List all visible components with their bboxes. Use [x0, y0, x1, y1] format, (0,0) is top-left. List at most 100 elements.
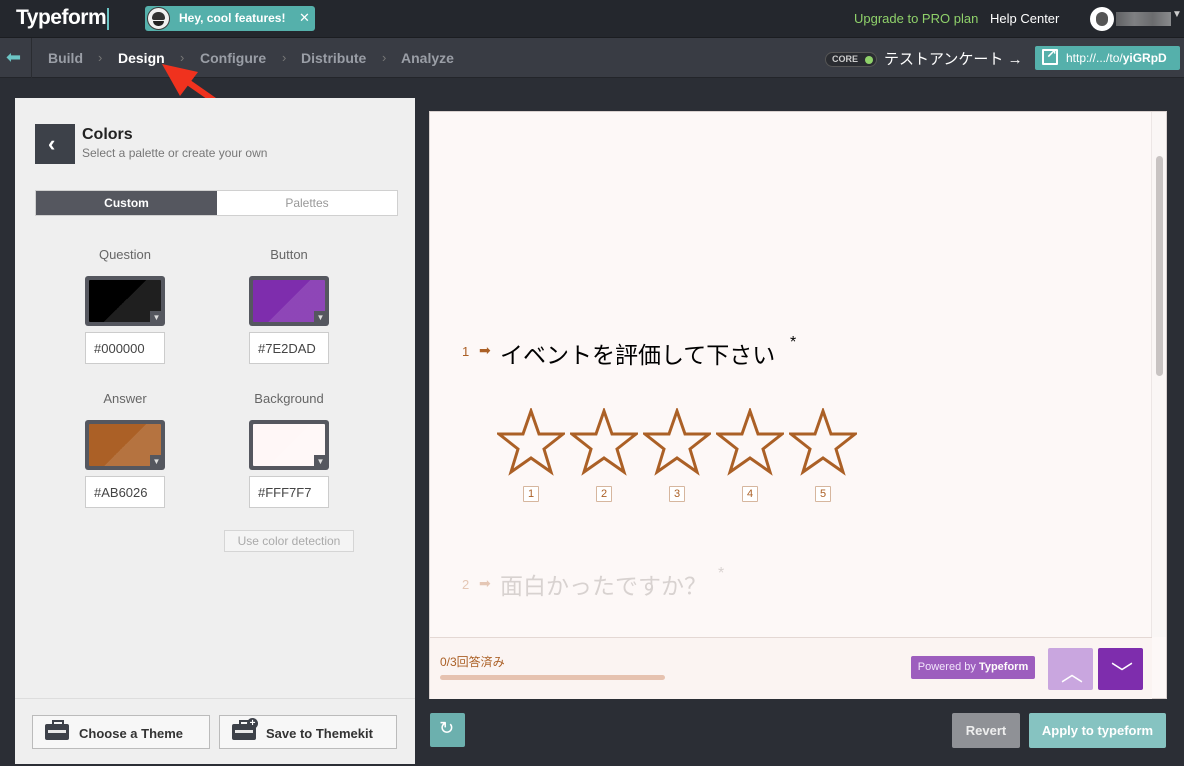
- background-color-label: Background: [254, 391, 324, 406]
- powered-prefix: Powered by: [917, 661, 979, 673]
- apply-to-typeform-button[interactable]: Apply to typeform: [1029, 713, 1166, 748]
- question-number: 2: [462, 577, 470, 592]
- rating-option-key: 5: [815, 486, 831, 502]
- status-dot-icon: [865, 56, 873, 64]
- question-color-swatch[interactable]: ▼: [85, 276, 165, 326]
- star-outline-icon[interactable]: [570, 408, 638, 476]
- save-themekit-button[interactable]: + Save to Themekit: [219, 715, 397, 749]
- panel-subtitle: Select a palette or create your own: [82, 146, 268, 160]
- plus-icon: +: [247, 718, 258, 729]
- user-name-blurred[interactable]: [1116, 12, 1171, 26]
- chevron-down-icon: ▼: [150, 311, 163, 324]
- chevron-up-icon: ︿: [1061, 661, 1084, 686]
- background-color-swatch[interactable]: ▼: [249, 420, 329, 470]
- question-color-input[interactable]: [85, 332, 165, 364]
- button-color-input[interactable]: [249, 332, 329, 364]
- external-link-icon: [1042, 46, 1058, 65]
- tab-custom[interactable]: Custom: [36, 191, 217, 215]
- back-arrow-icon: ⬅: [6, 47, 22, 67]
- chevron-down-icon: ▼: [314, 311, 327, 324]
- preview-scrollbar[interactable]: [1151, 112, 1166, 637]
- choose-theme-button[interactable]: Choose a Theme: [32, 715, 210, 749]
- rating-stars: 1 2 3 4 5: [497, 408, 867, 508]
- tab-analyze[interactable]: Analyze: [401, 50, 454, 66]
- arrow-right-icon: ➡: [479, 575, 491, 591]
- tab-build[interactable]: Build: [48, 50, 83, 66]
- form-url-link[interactable]: http://.../to/yiGRpD: [1035, 46, 1180, 70]
- core-badge: CORE: [825, 52, 877, 67]
- design-panel: ‹ Colors Select a palette or create your…: [15, 98, 415, 698]
- star-outline-icon[interactable]: [497, 408, 565, 476]
- color-detection-button[interactable]: Use color detection: [224, 530, 354, 552]
- previous-question-button[interactable]: ︿: [1048, 648, 1093, 690]
- powered-brand: Typeform: [978, 661, 1029, 673]
- powered-by-badge[interactable]: Powered by Typeform: [911, 656, 1035, 679]
- required-mark: *: [718, 565, 725, 582]
- question-number: 1: [462, 344, 470, 359]
- save-themekit-label: Save to Themekit: [266, 726, 373, 741]
- upgrade-link[interactable]: Upgrade to PRO plan: [854, 11, 978, 26]
- choose-theme-label: Choose a Theme: [79, 726, 184, 741]
- url-id: yiGRpD: [1122, 51, 1167, 65]
- button-color-swatch[interactable]: ▼: [249, 276, 329, 326]
- form-preview: 1 ➡ イベントを評価して下さい * 1 2 3 4 5 2 ➡ 面白かったです…: [429, 111, 1167, 699]
- url-prefix: http://.../to/: [1066, 51, 1123, 65]
- answer-color-swatch[interactable]: ▼: [85, 420, 165, 470]
- chevron-down-icon[interactable]: ▼: [1172, 9, 1182, 20]
- star-outline-icon[interactable]: [716, 408, 784, 476]
- rating-option-key: 1: [523, 486, 539, 502]
- progress-bar: [440, 675, 665, 680]
- rating-option-key: 3: [669, 486, 685, 502]
- panel-back-button[interactable]: ‹: [35, 124, 75, 164]
- nav-bar: ⬅ Build › Design › Configure › Distribut…: [0, 38, 1184, 78]
- theme-actions: Choose a Theme + Save to Themekit: [15, 698, 415, 764]
- tab-palettes[interactable]: Palettes: [217, 191, 397, 215]
- avatar[interactable]: [1090, 7, 1114, 31]
- breadcrumb-separator: ›: [282, 50, 287, 65]
- question-text: イベントを評価して下さい: [500, 342, 776, 368]
- question-text: 面白かったですか？: [500, 573, 707, 599]
- typeform-logo[interactable]: Typeform: [16, 6, 107, 30]
- rating-option-key: 2: [596, 486, 612, 502]
- logo-divider: [107, 8, 109, 30]
- color-mode-toggle: Custom Palettes: [35, 190, 398, 216]
- promo-text: Hey, cool features!: [179, 11, 286, 25]
- button-color-label: Button: [270, 247, 308, 262]
- question-color-label: Question: [98, 247, 152, 262]
- mascot-icon: [147, 7, 170, 30]
- core-badge-label: CORE: [832, 54, 859, 64]
- promo-banner[interactable]: Hey, cool features! ✕: [145, 6, 315, 31]
- breadcrumb-separator: ›: [98, 50, 103, 65]
- answer-color-label: Answer: [103, 391, 147, 406]
- tab-distribute[interactable]: Distribute: [301, 50, 366, 66]
- revert-button[interactable]: Revert: [952, 713, 1020, 748]
- chevron-down-icon: ▼: [150, 455, 163, 468]
- rating-option-key: 4: [742, 486, 758, 502]
- chevron-down-icon: ﹀: [1111, 661, 1134, 686]
- chevron-left-icon: ‹: [48, 131, 56, 156]
- refresh-preview-button[interactable]: ↻: [430, 713, 465, 747]
- toolbox-icon: [45, 720, 69, 740]
- help-center-link[interactable]: Help Center: [990, 11, 1059, 26]
- refresh-icon: ↻: [439, 718, 455, 738]
- back-button[interactable]: ⬅: [0, 38, 32, 78]
- next-question-button[interactable]: ﹀: [1098, 648, 1143, 690]
- tab-configure[interactable]: Configure: [200, 50, 266, 66]
- panel-title: Colors: [82, 126, 133, 143]
- star-outline-icon[interactable]: [789, 408, 857, 476]
- progress-text: 0/3回答済み: [440, 655, 505, 669]
- top-bar: Typeform Hey, cool features! ✕ Upgrade t…: [0, 0, 1184, 38]
- breadcrumb-separator: ›: [382, 50, 387, 65]
- close-icon[interactable]: ✕: [299, 10, 310, 26]
- required-mark: *: [790, 334, 797, 351]
- form-title[interactable]: テストアンケート →: [884, 48, 1023, 69]
- arrow-right-icon: ➡: [479, 342, 491, 358]
- tab-design[interactable]: Design: [118, 50, 165, 66]
- background-color-input[interactable]: [249, 476, 329, 508]
- scrollbar-thumb[interactable]: [1156, 156, 1163, 376]
- chevron-down-icon: ▼: [314, 455, 327, 468]
- star-outline-icon[interactable]: [643, 408, 711, 476]
- breadcrumb-separator: ›: [180, 50, 185, 65]
- answer-color-input[interactable]: [85, 476, 165, 508]
- preview-footer: 0/3回答済み Powered by Typeform ︿ ﹀: [430, 637, 1152, 699]
